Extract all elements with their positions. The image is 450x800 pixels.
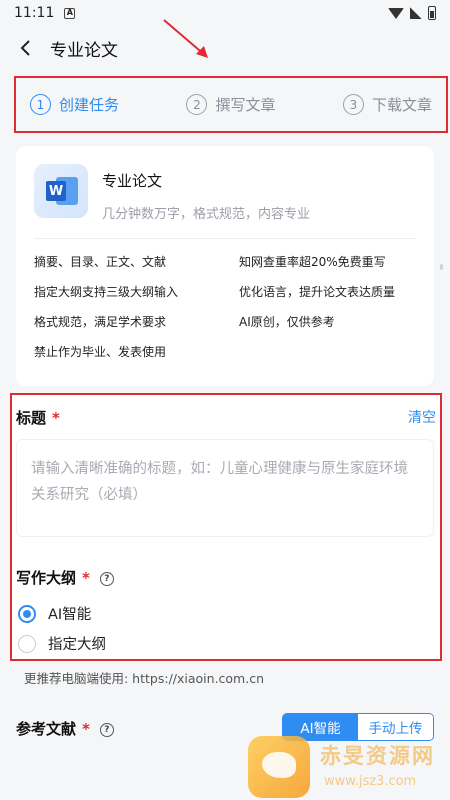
required-mark: * [52, 409, 60, 427]
status-icons [388, 6, 436, 20]
signal-icon [410, 7, 422, 19]
option-label: AI智能 [48, 607, 92, 623]
divider [34, 238, 416, 239]
clear-button[interactable]: 清空 [408, 407, 436, 427]
outline-option-custom[interactable]: 指定大纲 [18, 633, 106, 654]
help-icon[interactable]: ? [99, 571, 114, 586]
title-label: 标题 * [16, 407, 60, 428]
radio-unchecked-icon[interactable] [18, 634, 36, 653]
step-download-article[interactable]: 3 下载文章 [342, 94, 432, 115]
step-number: 2 [186, 94, 208, 115]
card-subtitle: 几分钟数万字，格式规范，内容专业 [102, 207, 311, 222]
feature-item: 摘要、目录、正文、文献 [34, 255, 167, 269]
status-time: 11:11 [14, 5, 55, 21]
annotation-arrow-icon [163, 19, 208, 58]
feature-item: 知网查重率超20%免费重写 [239, 255, 386, 269]
paper-form: 标题 * 清空 写作大纲 *? AI智能 指定大纲 [10, 393, 442, 661]
step-label: 下载文章 [371, 96, 432, 114]
recommend-text: 更推荐电脑端使用: https://xiaoin.com.cn [24, 671, 265, 686]
back-arrow-icon[interactable] [14, 37, 36, 59]
notification-icon: A [64, 7, 76, 19]
wifi-icon [388, 7, 404, 19]
radio-checked-icon[interactable] [18, 604, 36, 623]
outline-option-ai[interactable]: AI智能 [18, 603, 91, 624]
feature-item: 指定大纲支持三级大纲输入 [34, 285, 179, 299]
battery-icon [428, 6, 436, 20]
card-title: 专业论文 [102, 172, 163, 190]
step-number: 3 [342, 94, 364, 115]
watermark-url: www.jsz3.com [324, 774, 417, 789]
help-icon[interactable]: ? [99, 722, 114, 737]
word-doc-icon: W [34, 164, 88, 218]
step-create-task[interactable]: 1 创建任务 [30, 94, 119, 115]
watermark-name: 赤旻资源网 [320, 744, 435, 768]
paper-info-card: W 专业论文 几分钟数万字，格式规范，内容专业 摘要、目录、正文、文献 知网查重… [16, 146, 434, 386]
feature-item: 优化语言，提升论文表达质量 [239, 285, 396, 299]
status-bar: 11:11 A [0, 0, 450, 26]
page-title: 专业论文 [50, 40, 118, 61]
title-label-text: 标题 [16, 409, 47, 427]
step-number: 1 [30, 94, 51, 115]
step-label: 撰写文章 [215, 96, 276, 114]
step-label: 创建任务 [59, 96, 120, 114]
app-header: 专业论文 [0, 30, 450, 66]
outline-label: 写作大纲 *? [16, 567, 114, 588]
feature-item: 格式规范，满足学术要求 [34, 315, 167, 329]
feature-list: 摘要、目录、正文、文献 知网查重率超20%免费重写 指定大纲支持三级大纲输入 优… [34, 253, 416, 360]
scrollbar[interactable] [440, 264, 443, 270]
watermark-logo-icon [248, 736, 310, 798]
reference-label-text: 参考文献 [16, 720, 77, 738]
watermark: 赤旻资源网 www.jsz3.com [248, 736, 448, 798]
step-write-article[interactable]: 2 撰写文章 [186, 94, 276, 115]
feature-item: AI原创，仅供参考 [239, 315, 335, 329]
reference-label: 参考文献 *? [16, 718, 114, 739]
feature-item: 禁止作为毕业、发表使用 [34, 345, 167, 359]
outline-label-text: 写作大纲 [16, 569, 77, 587]
title-input[interactable] [16, 439, 434, 537]
required-mark: * [82, 569, 90, 587]
step-indicator: 1 创建任务 2 撰写文章 3 下载文章 [14, 76, 448, 133]
option-label: 指定大纲 [48, 637, 106, 653]
required-mark: * [82, 720, 90, 738]
